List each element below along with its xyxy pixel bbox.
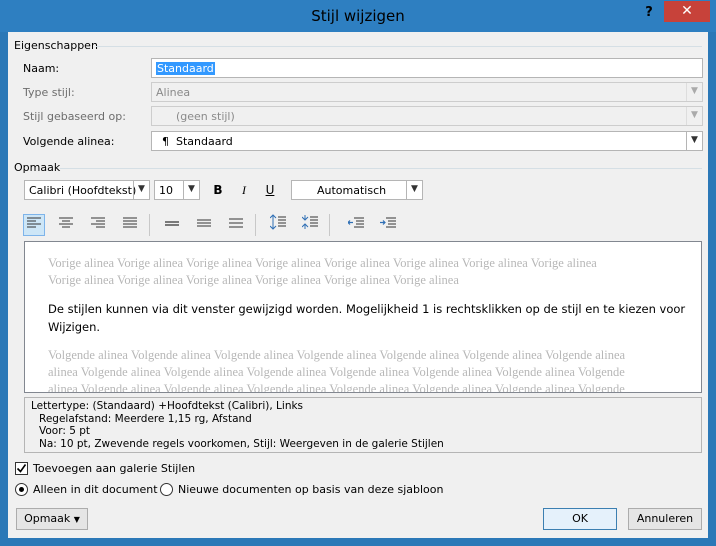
chevron-down-icon: ▼ bbox=[406, 181, 422, 199]
justify-icon bbox=[123, 217, 137, 228]
volgende-alinea-value: Standaard bbox=[176, 135, 233, 148]
dialog-window: Stijl wijzigen ? ✕ Eigenschappen Naam: S… bbox=[0, 0, 716, 546]
opmaak-button-label: Opmaak bbox=[24, 512, 71, 525]
align-center-button[interactable] bbox=[55, 214, 77, 236]
double-spacing-icon bbox=[229, 218, 243, 228]
group-divider bbox=[60, 168, 702, 169]
description-line: Na: 10 pt, Zwevende regels voorkomen, St… bbox=[39, 437, 444, 450]
new-documents-label[interactable]: Nieuwe documenten op basis van deze sjab… bbox=[178, 483, 443, 496]
style-preview: Vorige alinea Vorige alinea Vorige aline… bbox=[24, 241, 702, 393]
only-document-label[interactable]: Alleen in dit document bbox=[33, 483, 158, 496]
type-stijl-label: Type stijl: bbox=[23, 86, 75, 99]
font-value: Calibri (Hoofdtekst) bbox=[29, 184, 137, 197]
title-bar: Stijl wijzigen ? ✕ bbox=[0, 0, 716, 32]
only-document-radio[interactable] bbox=[15, 483, 28, 496]
font-size-value: 10 bbox=[159, 184, 173, 197]
font-size-dropdown[interactable]: 10 ▼ bbox=[154, 180, 200, 200]
align-left-icon bbox=[27, 217, 41, 228]
justify-button[interactable] bbox=[119, 214, 141, 236]
chevron-down-icon: ▼ bbox=[686, 107, 702, 125]
increase-indent-button[interactable] bbox=[377, 214, 399, 236]
style-description: Lettertype: (Standaard) +Hoofdtekst (Cal… bbox=[24, 397, 702, 453]
bold-button[interactable]: B bbox=[207, 179, 229, 201]
increase-spacing-button[interactable] bbox=[267, 214, 289, 236]
cancel-button[interactable]: Annuleren bbox=[628, 508, 702, 530]
chevron-down-icon: ▼ bbox=[133, 181, 149, 199]
next-paragraph-line: alinea Volgende alinea Volgende alinea V… bbox=[48, 382, 625, 393]
font-color-dropdown[interactable]: Automatisch ▼ bbox=[291, 180, 423, 200]
underline-button[interactable]: U bbox=[259, 179, 281, 201]
decrease-spacing-button[interactable] bbox=[299, 214, 321, 236]
dialog-title: Stijl wijzigen bbox=[311, 7, 405, 25]
sample-text: De stijlen kunnen via dit venster gewijz… bbox=[48, 300, 686, 336]
one-half-spacing-button[interactable] bbox=[193, 214, 215, 236]
decrease-indent-button[interactable] bbox=[345, 214, 367, 236]
align-right-icon bbox=[91, 217, 105, 228]
dialog-client: Eigenschappen Naam: Standaard Type stijl… bbox=[8, 32, 708, 538]
add-to-gallery-label[interactable]: Toevoegen aan galerie Stijlen bbox=[33, 462, 195, 475]
type-stijl-dropdown: Alinea ▼ bbox=[151, 82, 703, 102]
previous-paragraph-line: Vorige alinea Vorige alinea Vorige aline… bbox=[48, 273, 459, 287]
naam-value: Standaard bbox=[156, 62, 215, 75]
decrease-paragraph-spacing-icon bbox=[301, 215, 318, 229]
checkmark-icon bbox=[16, 464, 27, 473]
paragraph-icon: ¶ bbox=[162, 135, 169, 148]
double-spacing-button[interactable] bbox=[225, 214, 247, 236]
italic-button[interactable]: I bbox=[233, 179, 255, 201]
single-spacing-button[interactable] bbox=[161, 214, 183, 236]
description-line: Regelafstand: Meerdere 1,15 rg, Afstand bbox=[39, 412, 252, 425]
next-paragraph-line: alinea Volgende alinea Volgende alinea V… bbox=[48, 365, 625, 379]
single-spacing-icon bbox=[165, 221, 179, 226]
increase-paragraph-spacing-icon bbox=[269, 214, 286, 230]
one-half-spacing-icon bbox=[197, 219, 211, 227]
type-stijl-value: Alinea bbox=[156, 86, 191, 99]
help-icon[interactable]: ? bbox=[642, 5, 656, 23]
toolbar-separator bbox=[255, 214, 256, 236]
description-line: Lettertype: (Standaard) +Hoofdtekst (Cal… bbox=[31, 400, 304, 412]
increase-indent-icon bbox=[380, 217, 396, 228]
chevron-down-icon: ▼ bbox=[183, 181, 199, 199]
align-right-button[interactable] bbox=[87, 214, 109, 236]
toolbar-separator bbox=[149, 214, 150, 236]
chevron-down-icon: ▼ bbox=[686, 132, 702, 150]
description-line: Voor: 5 pt bbox=[39, 425, 91, 437]
group-divider bbox=[96, 46, 702, 47]
naam-label: Naam: bbox=[23, 62, 60, 75]
dropdown-arrow-icon: ▼ bbox=[73, 515, 80, 524]
eigenschappen-header: Eigenschappen bbox=[14, 39, 98, 52]
add-to-gallery-checkbox[interactable] bbox=[15, 462, 28, 475]
new-documents-radio[interactable] bbox=[160, 483, 173, 496]
font-color-value: Automatisch bbox=[317, 184, 387, 197]
toolbar-separator bbox=[329, 214, 330, 236]
opmaak-header: Opmaak bbox=[14, 161, 61, 174]
gebaseerd-op-label: Stijl gebaseerd op: bbox=[23, 110, 126, 123]
previous-paragraph-line: Vorige alinea Vorige alinea Vorige aline… bbox=[48, 256, 597, 270]
align-center-icon bbox=[59, 217, 73, 228]
naam-field[interactable]: Standaard bbox=[151, 58, 703, 78]
volgende-alinea-dropdown[interactable]: ¶ Standaard ▼ bbox=[151, 131, 703, 151]
sample-text-line: De stijlen kunnen via dit venster gewijz… bbox=[48, 302, 686, 316]
opmaak-menu-button[interactable]: Opmaak ▼ bbox=[16, 508, 88, 530]
next-paragraph-line: Volgende alinea Volgende alinea Volgende… bbox=[48, 348, 626, 362]
chevron-down-icon: ▼ bbox=[686, 83, 702, 101]
ok-button[interactable]: OK bbox=[543, 508, 617, 530]
sample-text-line: Wijzigen. bbox=[48, 320, 101, 334]
gebaseerd-op-value: (geen stijl) bbox=[176, 110, 235, 123]
close-button[interactable]: ✕ bbox=[664, 1, 710, 22]
gebaseerd-op-dropdown: (geen stijl) ▼ bbox=[151, 106, 703, 126]
decrease-indent-icon bbox=[347, 217, 364, 228]
align-left-button[interactable] bbox=[23, 214, 45, 236]
font-dropdown[interactable]: Calibri (Hoofdtekst) ▼ bbox=[24, 180, 150, 200]
volgende-alinea-label: Volgende alinea: bbox=[23, 135, 115, 148]
